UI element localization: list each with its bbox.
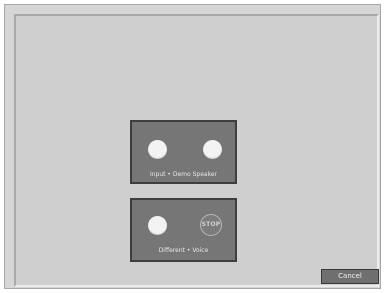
- speaker-panel-2: STOP Different • Voice: [130, 198, 237, 262]
- play-indicator-1[interactable]: [203, 140, 222, 159]
- speaker-panel-1: Input • Demo Speaker: [130, 120, 237, 184]
- speaker-panel-1-label: Input • Demo Speaker: [149, 171, 218, 178]
- speaker-panel-2-label: Different • Voice: [158, 247, 209, 254]
- record-indicator-2[interactable]: [148, 216, 167, 235]
- record-indicator-1[interactable]: [148, 140, 167, 159]
- dialog-window: Input • Demo Speaker STOP Different • Vo…: [0, 0, 385, 293]
- cancel-button[interactable]: Cancel: [321, 269, 379, 284]
- stop-button[interactable]: STOP: [200, 214, 222, 236]
